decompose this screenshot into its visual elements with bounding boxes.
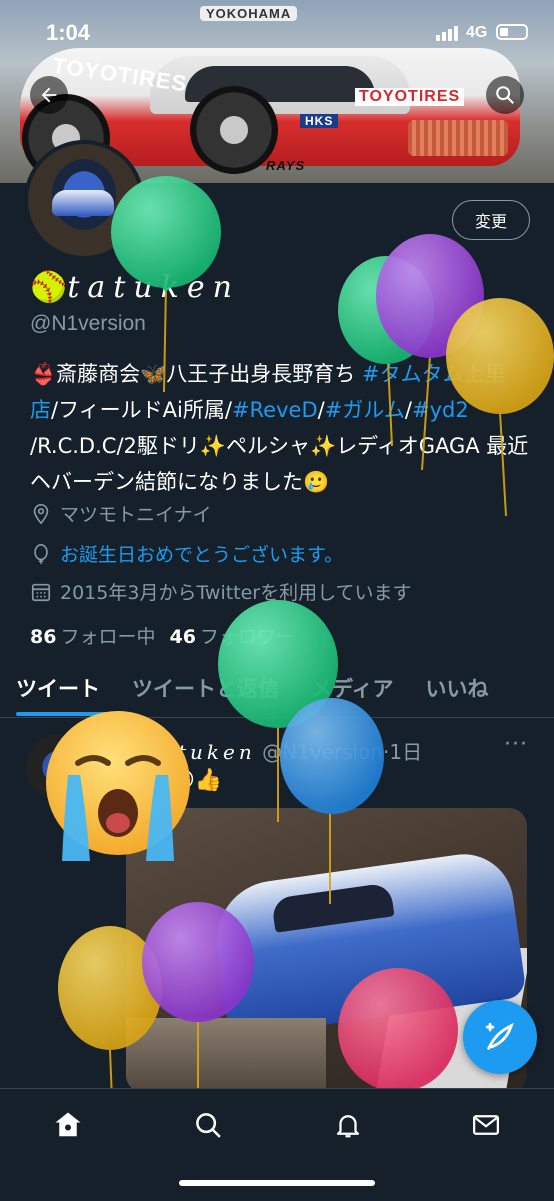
- messages-icon: [473, 1115, 499, 1135]
- home-icon: [55, 1112, 81, 1137]
- crying-face-emoji: [46, 711, 190, 861]
- home-indicator: [179, 1180, 375, 1186]
- nav-notifications[interactable]: [328, 1105, 368, 1145]
- compose-icon: [485, 1022, 514, 1050]
- balloon: [142, 902, 254, 1100]
- notifications-icon: [336, 1115, 360, 1138]
- explore-icon: [196, 1113, 221, 1138]
- nav-messages[interactable]: [466, 1105, 506, 1145]
- nav-home[interactable]: [48, 1105, 88, 1145]
- nav-explore[interactable]: [188, 1105, 228, 1145]
- balloon: [280, 698, 384, 904]
- balloon: [338, 968, 458, 1092]
- balloon: [111, 176, 221, 393]
- compose-button[interactable]: [463, 1000, 537, 1074]
- balloon: [446, 298, 554, 517]
